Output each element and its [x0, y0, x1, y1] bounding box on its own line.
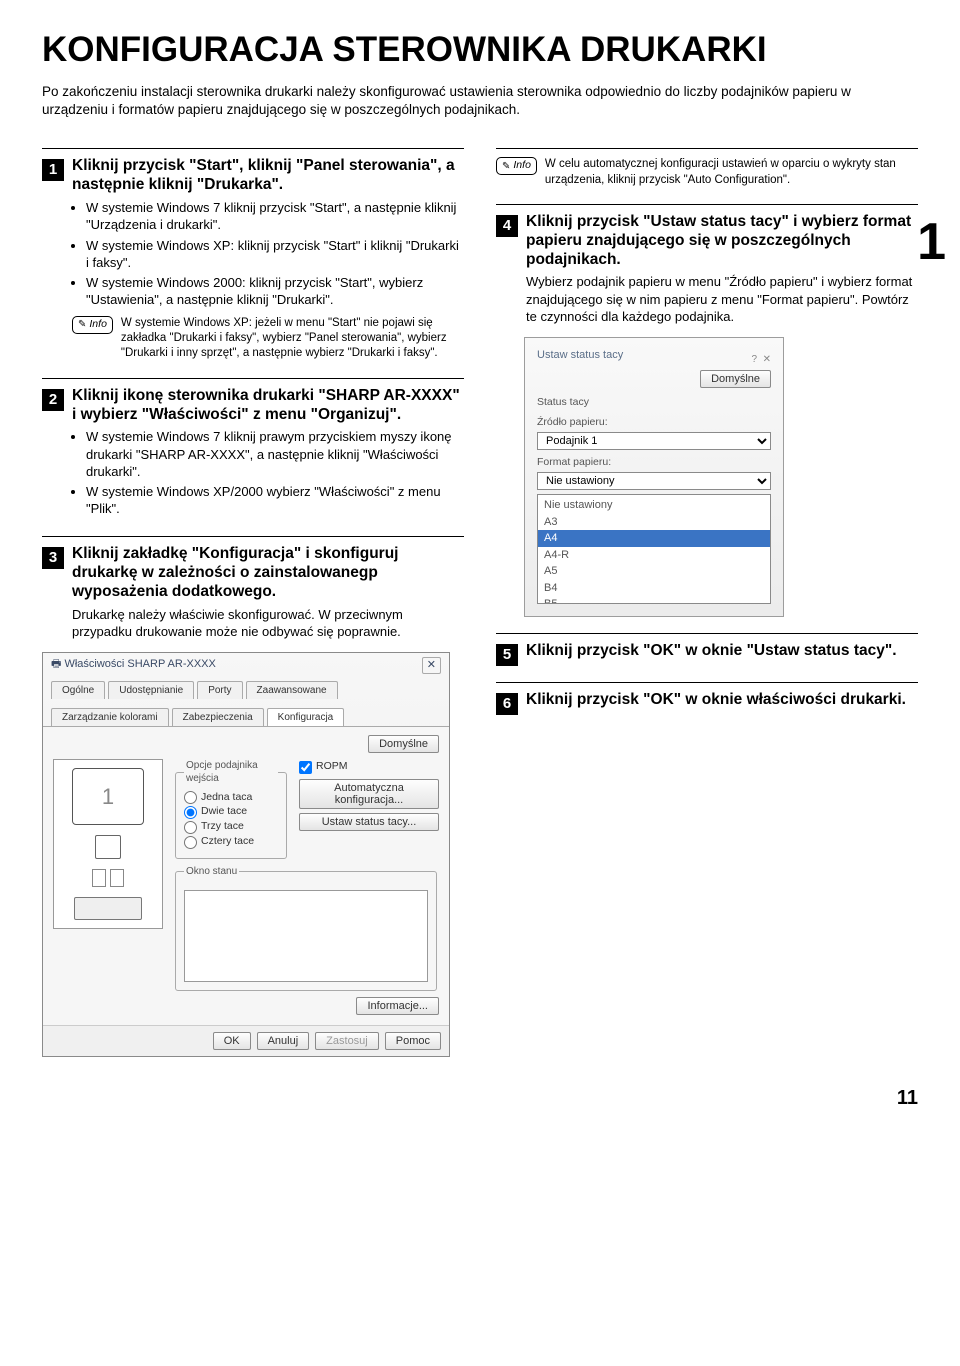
list-item[interactable]: B4 — [538, 580, 770, 597]
status-legend: Okno stanu — [184, 865, 239, 878]
page-number: 11 — [42, 1085, 918, 1111]
tab-general[interactable]: Ogólne — [51, 681, 105, 699]
info-box: Info W celu automatycznej konfiguracji u… — [496, 148, 918, 187]
bullet: W systemie Windows 2000: kliknij przycis… — [86, 274, 464, 308]
group-label: Status tacy — [537, 396, 771, 410]
bullet: W systemie Windows XP/2000 wybierz "Właś… — [86, 483, 464, 517]
step-desc: Wybierz podajnik papieru w menu "Źródło … — [526, 273, 918, 324]
check-ropm[interactable]: ROPM — [299, 760, 439, 774]
right-column: 1 Info W celu automatycznej konfiguracji… — [496, 132, 918, 1057]
list-item[interactable]: B5 — [538, 596, 770, 604]
radio-one-tray[interactable]: Jedna taca — [184, 791, 278, 805]
list-item[interactable]: Nie ustawiony — [538, 497, 770, 514]
sheet-icon: 1 — [72, 768, 144, 825]
step-4: 4 Kliknij przycisk "Ustaw status tacy" i… — [496, 204, 918, 325]
list-item[interactable]: A4 — [538, 530, 770, 547]
chapter-marker: 1 — [917, 216, 946, 268]
left-column: 1 Kliknij przycisk "Start", kliknij "Pan… — [42, 132, 464, 1057]
step-number: 4 — [496, 215, 518, 237]
bullet: W systemie Windows 7 kliknij prawym przy… — [86, 428, 464, 479]
defaults-button[interactable]: Domyślne — [368, 735, 439, 753]
bullet: W systemie Windows XP: kliknij przycisk … — [86, 237, 464, 271]
step-number: 5 — [496, 644, 518, 666]
tab-color[interactable]: Zarządzanie kolorami — [51, 708, 169, 726]
step-5: 5 Kliknij przycisk "OK" w oknie "Ustaw s… — [496, 633, 918, 666]
step-title: Kliknij ikonę sterownika drukarki "SHARP… — [72, 387, 464, 425]
info-badge: Info — [496, 157, 537, 175]
step-desc: Drukarkę należy właściwie skonfigurować.… — [72, 606, 464, 640]
list-item[interactable]: A4-R — [538, 547, 770, 564]
dialog-buttons: OK Anuluj Zastosuj Pomoc — [43, 1025, 449, 1056]
info-badge: Info — [72, 316, 113, 334]
step-number: 3 — [42, 547, 64, 569]
step-title: Kliknij przycisk "Ustaw status tacy" i w… — [526, 213, 918, 270]
step-1: 1 Kliknij przycisk "Start", kliknij "Pan… — [42, 148, 464, 361]
tray-icon — [95, 835, 121, 858]
tab-advanced[interactable]: Zaawansowane — [246, 681, 338, 699]
dialog-title: Ustaw status tacy — [537, 348, 623, 363]
info-button[interactable]: Informacje... — [356, 997, 439, 1015]
intro-paragraph: Po zakończeniu instalacji sterownika dru… — [42, 83, 918, 119]
source-label: Źródło papieru: — [537, 416, 771, 430]
step-title: Kliknij przycisk "OK" w oknie "Ustaw sta… — [526, 642, 918, 661]
set-tray-status-button[interactable]: Ustaw status tacy... — [299, 813, 439, 831]
tab-bar: Ogólne Udostępnianie Porty Zaawansowane … — [43, 678, 449, 727]
step-3: 3 Kliknij zakładkę "Konfiguracja" i skon… — [42, 536, 464, 640]
preview-pane: 1 — [53, 759, 163, 929]
format-select[interactable]: Nie ustawiony — [537, 472, 771, 490]
tab-config[interactable]: Konfiguracja — [267, 708, 345, 726]
status-window — [184, 890, 428, 982]
info-text: W celu automatycznej konfiguracji ustawi… — [545, 157, 918, 187]
info-box: Info W systemie Windows XP: jeżeli w men… — [72, 316, 464, 362]
copier-icon — [74, 897, 142, 920]
step-6: 6 Kliknij przycisk "OK" w oknie właściwo… — [496, 682, 918, 715]
step-title: Kliknij zakładkę "Konfiguracja" i skonfi… — [72, 545, 464, 602]
cancel-button[interactable]: Anuluj — [257, 1032, 310, 1050]
defaults-button[interactable]: Domyślne — [700, 370, 771, 388]
step-number: 6 — [496, 693, 518, 715]
tab-security[interactable]: Zabezpieczenia — [172, 708, 264, 726]
ok-button[interactable]: OK — [213, 1032, 251, 1050]
format-list[interactable]: Nie ustawionyA3A4A4-RA5B4B5B5-R — [537, 494, 771, 604]
list-item[interactable]: A3 — [538, 514, 770, 531]
tab-sharing[interactable]: Udostępnianie — [108, 681, 194, 699]
close-icon[interactable]: ✕ — [422, 657, 441, 674]
step-2: 2 Kliknij ikonę sterownika drukarki "SHA… — [42, 378, 464, 521]
step-title: Kliknij przycisk "Start", kliknij "Panel… — [72, 157, 464, 195]
fieldset-legend: Opcje podajnika wejścia — [184, 759, 278, 785]
format-label: Format papieru: — [537, 456, 771, 470]
step-number: 1 — [42, 159, 64, 181]
properties-dialog: 🖶 Właściwości SHARP AR-XXXX ✕ Ogólne Udo… — [42, 652, 450, 1057]
step-number: 2 — [42, 389, 64, 411]
bullet: W systemie Windows 7 kliknij przycisk "S… — [86, 199, 464, 233]
tab-ports[interactable]: Porty — [197, 681, 242, 699]
list-item[interactable]: A5 — [538, 563, 770, 580]
auto-config-button[interactable]: Automatyczna konfiguracja... — [299, 779, 439, 809]
dialog-title: 🖶 Właściwości SHARP AR-XXXX — [51, 657, 216, 674]
help-button[interactable]: Pomoc — [385, 1032, 441, 1050]
page-title: KONFIGURACJA STEROWNIKA DRUKARKI — [42, 32, 918, 69]
radio-four-tray[interactable]: Cztery tace — [184, 835, 278, 849]
step-title: Kliknij przycisk "OK" w oknie właściwośc… — [526, 691, 918, 710]
status-window-group: Okno stanu — [175, 865, 437, 991]
info-text: W systemie Windows XP: jeżeli w menu "St… — [121, 316, 464, 362]
radio-two-tray[interactable]: Dwie tace — [184, 805, 278, 819]
radio-three-tray[interactable]: Trzy tace — [184, 820, 278, 834]
source-select[interactable]: Podajnik 1 — [537, 432, 771, 450]
apply-button[interactable]: Zastosuj — [315, 1032, 379, 1050]
tray-options-group: Opcje podajnika wejścia Jedna taca Dwie … — [175, 759, 287, 859]
tray-status-dialog: Ustaw status tacy ? ✕ Domyślne Status ta… — [524, 337, 784, 617]
